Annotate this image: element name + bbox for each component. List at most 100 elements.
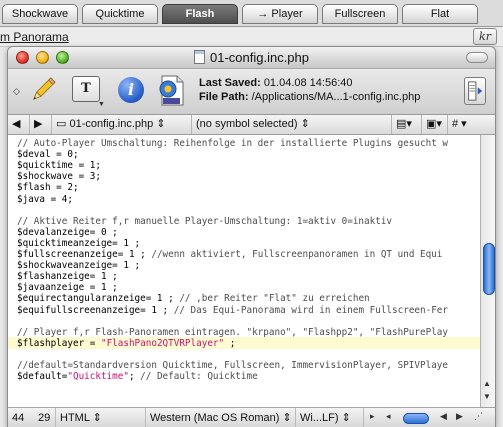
language-popup[interactable]: HTML ⇕ bbox=[56, 408, 146, 427]
panorama-link[interactable]: m Panorama bbox=[0, 30, 69, 44]
scroll-down-icon[interactable]: ▼ bbox=[483, 392, 491, 401]
text-options-caret-icon[interactable]: ▼ bbox=[98, 101, 105, 108]
comment-token: // Default: Quicktime bbox=[140, 371, 258, 383]
code-line: $flashplayer = "FlashPano2QTVRPlayer" ; bbox=[17, 338, 235, 349]
file-popup[interactable]: ▭ 01-config.inc.php ⇕ bbox=[52, 115, 192, 134]
code-line: $fullscreenanzeige= 1 ; //wenn aktiviert… bbox=[17, 249, 442, 260]
language-label: HTML bbox=[60, 412, 90, 424]
doc-small-icon: ▭ bbox=[56, 118, 67, 130]
editor-window: 01-config.inc.php ◇ T ▼ i Last Saved: 01… bbox=[7, 46, 496, 427]
tab-fullscreen[interactable]: Fullscreen bbox=[322, 4, 398, 24]
code-line: $shockwave = 3; bbox=[17, 171, 101, 182]
code-token: ; bbox=[128, 371, 141, 383]
column-number: 29 bbox=[34, 408, 56, 427]
comment-token: //default=Standardversion Quicktime, Ful… bbox=[17, 360, 448, 371]
comment-token: // ,ber Reiter "Flat" zu erreichen bbox=[179, 293, 370, 305]
counterpart-icon[interactable]: ▣▾ bbox=[422, 115, 448, 134]
language-arrows-icon: ⇕ bbox=[92, 412, 102, 424]
code-line: $java = 4; bbox=[17, 194, 73, 205]
horizontal-scroll-thumb[interactable] bbox=[403, 413, 429, 424]
code-token: $flash = 2; bbox=[17, 182, 79, 194]
code-line: $flash = 2; bbox=[17, 182, 79, 193]
line-endings-popup[interactable]: Wi...LF) ⇕ bbox=[296, 408, 364, 427]
diamond-icon[interactable]: ◇ bbox=[13, 86, 20, 97]
info-icon[interactable]: i bbox=[118, 77, 144, 103]
last-saved-value: 01.04.08 14:56:40 bbox=[263, 77, 353, 89]
code-token: $javaanzeige = 1 ; bbox=[17, 282, 118, 294]
code-line: $equirectangularanzeige= 1 ; // ,ber Rei… bbox=[17, 293, 370, 304]
comment-token: // Auto-Player Umschaltung: Reihenfolge … bbox=[17, 138, 448, 149]
php-file-icon[interactable] bbox=[154, 74, 188, 108]
code-line: $default="Quicktime"; // Default: Quickt… bbox=[17, 371, 258, 382]
comment-token: // Player f,r Flash-Panoramen eintragen.… bbox=[17, 326, 448, 338]
window-title: 01-config.inc.php bbox=[8, 50, 495, 65]
code-editor[interactable]: // Auto-Player Umschaltung: Reihenfolge … bbox=[8, 135, 480, 407]
code-token: $shockwave = 3; bbox=[17, 171, 101, 183]
resize-grip-icon[interactable]: ⋰ bbox=[474, 411, 483, 422]
toolbar-toggle-pill-icon[interactable] bbox=[466, 52, 488, 63]
code-token: $quicktimeanzeige= 1 ; bbox=[17, 237, 141, 249]
pencil-icon[interactable] bbox=[28, 75, 58, 105]
nav-symbol: (no symbol selected) bbox=[196, 118, 298, 130]
functions-popup[interactable]: # ▾ bbox=[448, 115, 495, 134]
document-icon bbox=[193, 50, 205, 64]
status-bar: 44 29 HTML ⇕ Western (Mac OS Roman) ⇕ Wi… bbox=[8, 407, 495, 427]
scroll-left-arrow-icon[interactable]: ◀ bbox=[440, 411, 447, 422]
code-line: // Aktive Reiter f,r manuelle Player-Ums… bbox=[17, 216, 392, 227]
line-number: 44 bbox=[12, 412, 25, 424]
navigation-bar: ◀ ▶ ▭ 01-config.inc.php ⇕ (no symbol sel… bbox=[8, 115, 495, 135]
nav-hash: # bbox=[452, 118, 459, 130]
tab-player[interactable]: → Player bbox=[242, 4, 318, 24]
code-token: $shockwaveanzeige= 1 ; bbox=[17, 260, 141, 272]
nav-forward-icon[interactable]: ▶ bbox=[30, 115, 52, 134]
code-token: $quicktime = 1; bbox=[17, 160, 101, 172]
code-line: $javaanzeige = 1 ; bbox=[17, 282, 118, 293]
code-line: $equifullscreenanzeige= 1 ; // Das Equi-… bbox=[17, 305, 448, 316]
symbol-popup[interactable]: (no symbol selected) ⇕ bbox=[192, 115, 392, 134]
nav-filename: 01-config.inc.php bbox=[69, 118, 154, 130]
code-line: //default=Standardversion Quicktime, Ful… bbox=[17, 360, 448, 371]
string-token: "Quicktime" bbox=[67, 371, 129, 383]
line-endings-arrows-icon: ⇕ bbox=[341, 412, 351, 424]
split-view-icon[interactable] bbox=[464, 77, 486, 105]
scroll-up-icon[interactable]: ▲ bbox=[483, 379, 491, 388]
code-line: $flashanzeige= 1 ; bbox=[17, 271, 118, 282]
comment-token: // Das Equi-Panorama wird in einem Fulls… bbox=[173, 304, 448, 316]
vertical-scrollbar[interactable]: ▲ ▼ bbox=[480, 135, 495, 407]
tab-flash[interactable]: Flash bbox=[162, 4, 238, 24]
tab-quicktime[interactable]: Quicktime bbox=[82, 4, 158, 24]
toolbar: ◇ T ▼ i Last Saved: 01.04.08 14:56:40 Fi… bbox=[8, 69, 495, 115]
encoding-arrows-icon: ⇕ bbox=[282, 412, 292, 424]
code-token: $equirectangularanzeige= 1 ; bbox=[17, 293, 180, 305]
code-token: $flashanzeige= 1 ; bbox=[17, 271, 118, 283]
code-line: $quicktimeanzeige= 1 ; bbox=[17, 238, 140, 249]
nav-back-icon[interactable]: ◀ bbox=[8, 115, 30, 134]
kr-icon[interactable]: kr bbox=[473, 28, 497, 45]
code-line: // Player f,r Flash-Panoramen eintragen.… bbox=[17, 327, 448, 338]
scroll-right-arrow-icon[interactable]: ▶ bbox=[456, 411, 463, 422]
tab-flat[interactable]: Flat bbox=[402, 4, 478, 24]
encoding-popup[interactable]: Western (Mac OS Roman) ⇕ bbox=[146, 408, 296, 427]
code-line: $quicktime = 1; bbox=[17, 160, 101, 171]
vertical-scroll-thumb[interactable] bbox=[483, 243, 495, 295]
bookmark-icon[interactable]: ▤▾ bbox=[392, 115, 422, 134]
tab-shockwave[interactable]: Shockwave bbox=[2, 4, 78, 24]
comment-token: //wenn aktiviert, Fullscreenpanoramen in… bbox=[151, 249, 443, 260]
player-tab-strip: Shockwave Quicktime Flash → Player Fulls… bbox=[0, 0, 503, 27]
string-token: "FlashPano2QTVRPlayer" bbox=[100, 337, 225, 349]
scroll-left-icon[interactable]: ◂ bbox=[386, 411, 391, 422]
code-line: $devalanzeige= 0 ; bbox=[17, 227, 118, 238]
file-path-label: File Path: bbox=[199, 91, 249, 103]
encoding-label: Western (Mac OS Roman) bbox=[150, 412, 280, 424]
text-options-button[interactable]: T bbox=[72, 76, 100, 102]
code-token: $equifullscreenanzeige= 1 ; bbox=[17, 304, 174, 316]
symbol-popup-arrows-icon: ⇕ bbox=[300, 118, 310, 130]
code-token: $java = 4; bbox=[17, 193, 73, 205]
split-handle-icon[interactable]: ▸ bbox=[370, 411, 375, 422]
code-line: $deval = 0; bbox=[17, 149, 79, 160]
file-path-value: /Applications/MA...1-config.inc.php bbox=[251, 91, 421, 103]
comment-token: // Aktive Reiter f,r manuelle Player-Ums… bbox=[17, 215, 393, 227]
code-token: $fullscreenanzeige= 1 ; bbox=[17, 249, 152, 260]
background-page-strip: m Panorama kr bbox=[0, 27, 503, 47]
last-saved-label: Last Saved: bbox=[199, 77, 261, 89]
